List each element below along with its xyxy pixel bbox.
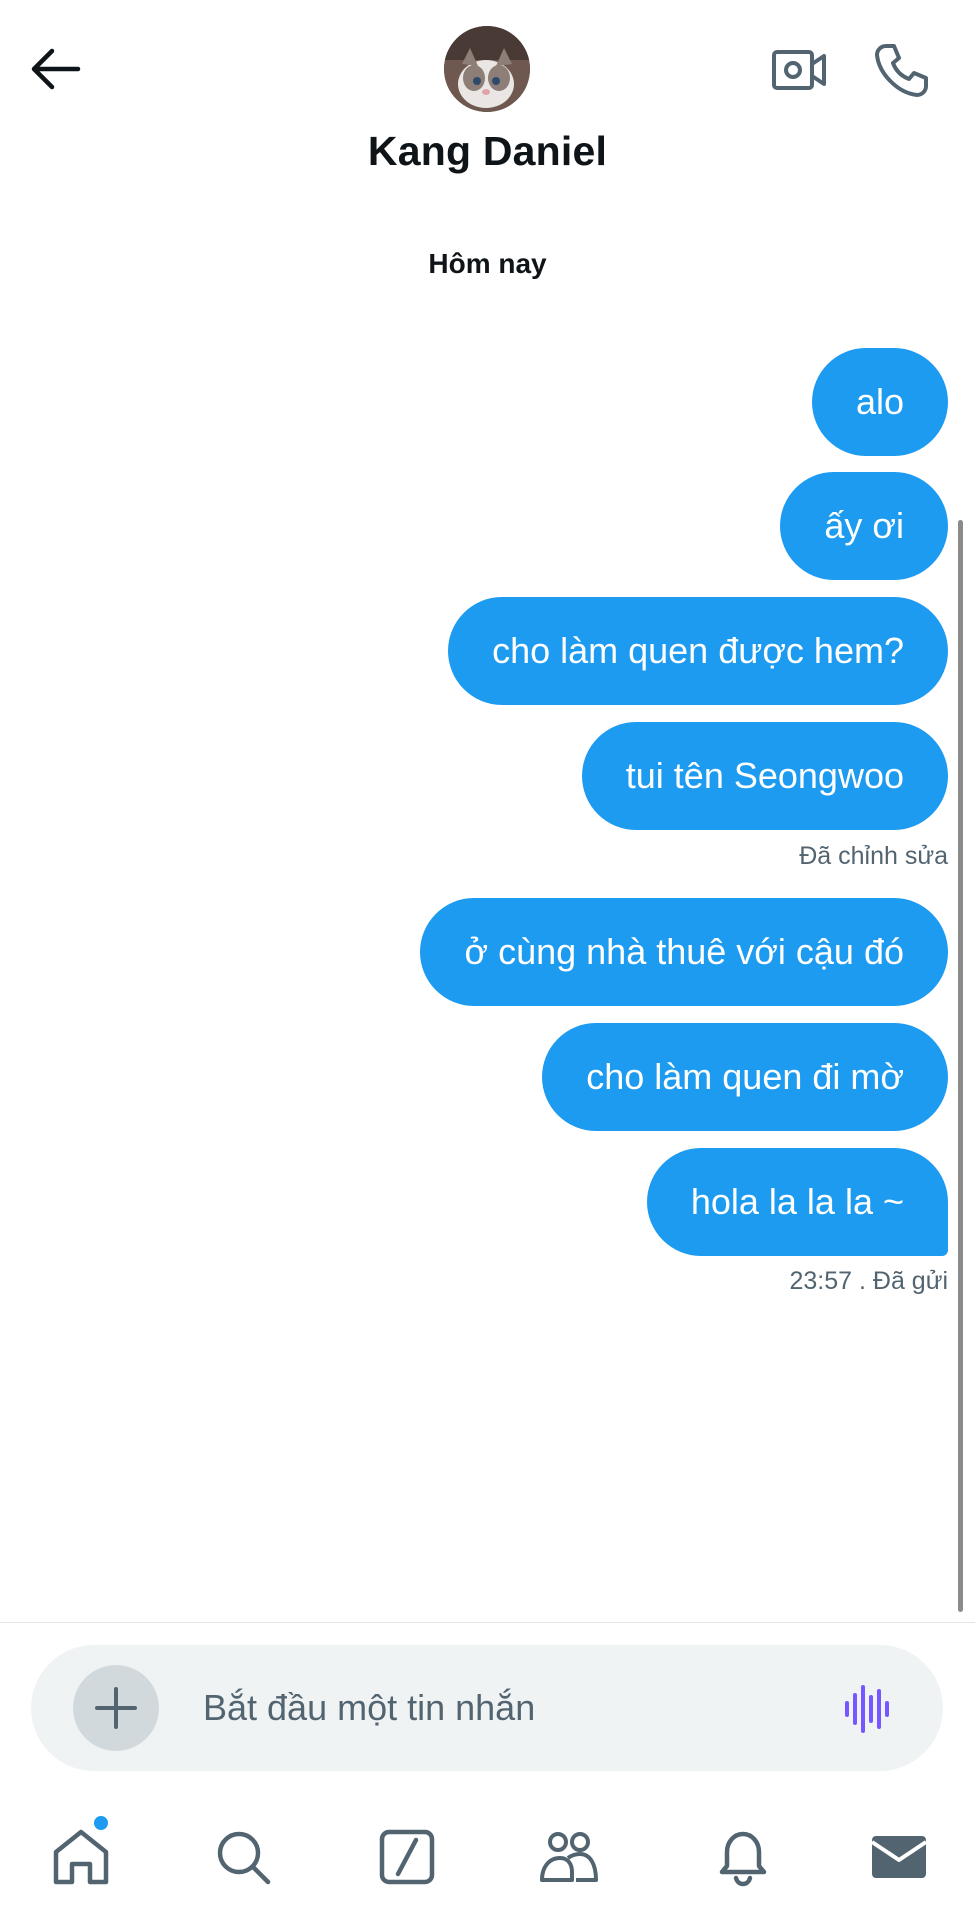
message-bubble[interactable]: hola la la la ~ bbox=[646, 1148, 948, 1256]
video-call-icon[interactable] bbox=[770, 40, 830, 100]
home-icon[interactable] bbox=[50, 1826, 112, 1888]
notification-dot bbox=[94, 1816, 108, 1830]
message-bubble[interactable]: tui tên Seongwoo bbox=[581, 722, 948, 830]
message-bubble[interactable]: ở cùng nhà thuê với cậu đó bbox=[420, 898, 948, 1006]
contact-name[interactable]: Kang Daniel bbox=[0, 128, 975, 175]
phone-icon[interactable] bbox=[872, 40, 932, 100]
message-bubble[interactable]: alo bbox=[811, 348, 948, 456]
message-status: 23:57 . Đã gửi bbox=[789, 1267, 949, 1295]
composer-divider bbox=[0, 1622, 975, 1623]
message-composer: Bắt đầu một tin nhắn bbox=[31, 1645, 943, 1771]
communities-icon[interactable] bbox=[538, 1826, 600, 1888]
plus-icon[interactable] bbox=[73, 1665, 159, 1751]
bottom-navigation bbox=[0, 1790, 975, 1920]
voice-message-icon[interactable] bbox=[843, 1685, 893, 1733]
messages-icon[interactable] bbox=[868, 1826, 930, 1888]
message-bubble[interactable]: cho làm quen được hem? bbox=[448, 597, 948, 705]
scrollbar[interactable] bbox=[958, 520, 963, 1612]
conversation-header: Kang Daniel bbox=[0, 0, 975, 190]
back-arrow-icon[interactable] bbox=[28, 45, 84, 93]
message-bubble[interactable]: ấy ơi bbox=[780, 472, 948, 580]
edited-label: Đã chỉnh sửa bbox=[799, 842, 948, 870]
message-input[interactable]: Bắt đầu một tin nhắn bbox=[203, 1645, 535, 1771]
notifications-icon[interactable] bbox=[712, 1826, 774, 1888]
search-icon[interactable] bbox=[212, 1826, 274, 1888]
grok-icon[interactable] bbox=[376, 1826, 438, 1888]
message-bubble[interactable]: cho làm quen đi mờ bbox=[542, 1023, 948, 1131]
date-separator: Hôm nay bbox=[428, 248, 547, 279]
avatar[interactable] bbox=[444, 26, 530, 112]
